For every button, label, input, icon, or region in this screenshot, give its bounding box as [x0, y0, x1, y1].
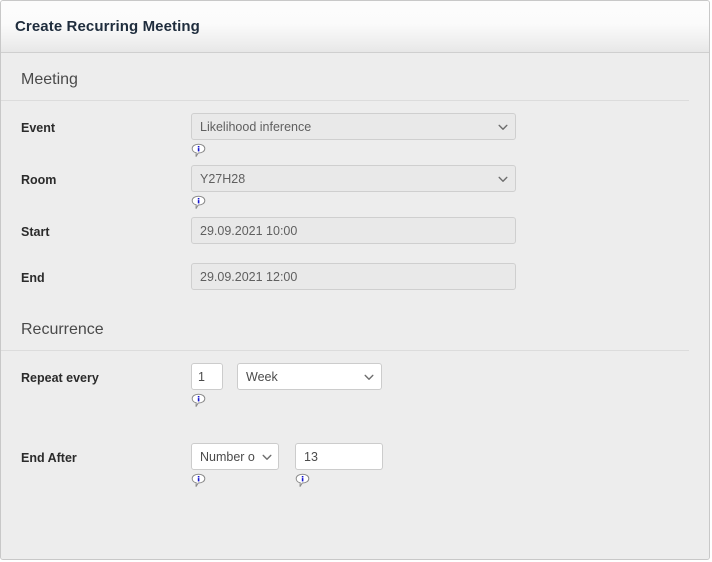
create-recurring-meeting-dialog: Create Recurring Meeting Meeting Event L… — [0, 0, 710, 560]
field-row-repeat-every: Repeat every 1 Week — [21, 363, 689, 409]
info-bubble-icon[interactable] — [191, 195, 206, 211]
label-end: End — [21, 271, 45, 285]
recurrence-fields: Repeat every 1 Week End After Number o 1… — [1, 351, 709, 489]
event-select[interactable]: Likelihood inference — [191, 113, 516, 140]
dialog-titlebar: Create Recurring Meeting — [1, 1, 709, 53]
field-row-end-after: End After Number o 13 — [21, 443, 689, 489]
label-room: Room — [21, 173, 57, 187]
end-after-type-select[interactable]: Number o — [191, 443, 279, 470]
field-row-event: Event Likelihood inference — [21, 113, 689, 159]
repeat-unit-value: Week — [246, 369, 278, 384]
info-bubble-icon[interactable] — [191, 393, 206, 409]
room-select-value: Y27H28 — [200, 171, 246, 186]
end-after-type-value: Number o — [200, 449, 255, 464]
dialog-title: Create Recurring Meeting — [15, 18, 200, 35]
repeat-interval-input[interactable]: 1 — [191, 363, 223, 390]
chevron-down-icon — [262, 454, 272, 460]
info-bubble-icon[interactable] — [295, 473, 310, 489]
chevron-down-icon — [364, 374, 374, 380]
repeat-unit-select[interactable]: Week — [237, 363, 382, 390]
end-datetime-input[interactable]: 29.09.2021 12:00 — [191, 263, 516, 290]
field-row-start: Start 29.09.2021 10:00 — [21, 217, 689, 249]
chevron-down-icon — [498, 124, 508, 130]
label-repeat-every: Repeat every — [21, 371, 99, 385]
label-end-after: End After — [21, 451, 77, 465]
field-row-room: Room Y27H28 — [21, 165, 689, 211]
event-select-value: Likelihood inference — [200, 119, 312, 134]
end-after-count-input[interactable]: 13 — [295, 443, 383, 470]
section-heading-meeting: Meeting — [1, 53, 689, 101]
start-datetime-value: 29.09.2021 10:00 — [200, 223, 298, 238]
start-datetime-input[interactable]: 29.09.2021 10:00 — [191, 217, 516, 244]
info-bubble-icon[interactable] — [191, 473, 206, 489]
chevron-down-icon — [498, 176, 508, 182]
field-row-end: End 29.09.2021 12:00 — [21, 263, 689, 295]
meeting-fields: Event Likelihood inference Room Y27H28 S… — [1, 101, 709, 295]
room-select[interactable]: Y27H28 — [191, 165, 516, 192]
label-start: Start — [21, 225, 50, 239]
end-datetime-value: 29.09.2021 12:00 — [200, 269, 298, 284]
repeat-interval-value: 1 — [198, 369, 205, 384]
info-bubble-icon[interactable] — [191, 143, 206, 159]
section-heading-recurrence: Recurrence — [1, 295, 689, 351]
label-event: Event — [21, 121, 56, 135]
end-after-count-value: 13 — [304, 449, 318, 464]
dialog-body: Meeting Event Likelihood inference Room … — [1, 53, 709, 559]
